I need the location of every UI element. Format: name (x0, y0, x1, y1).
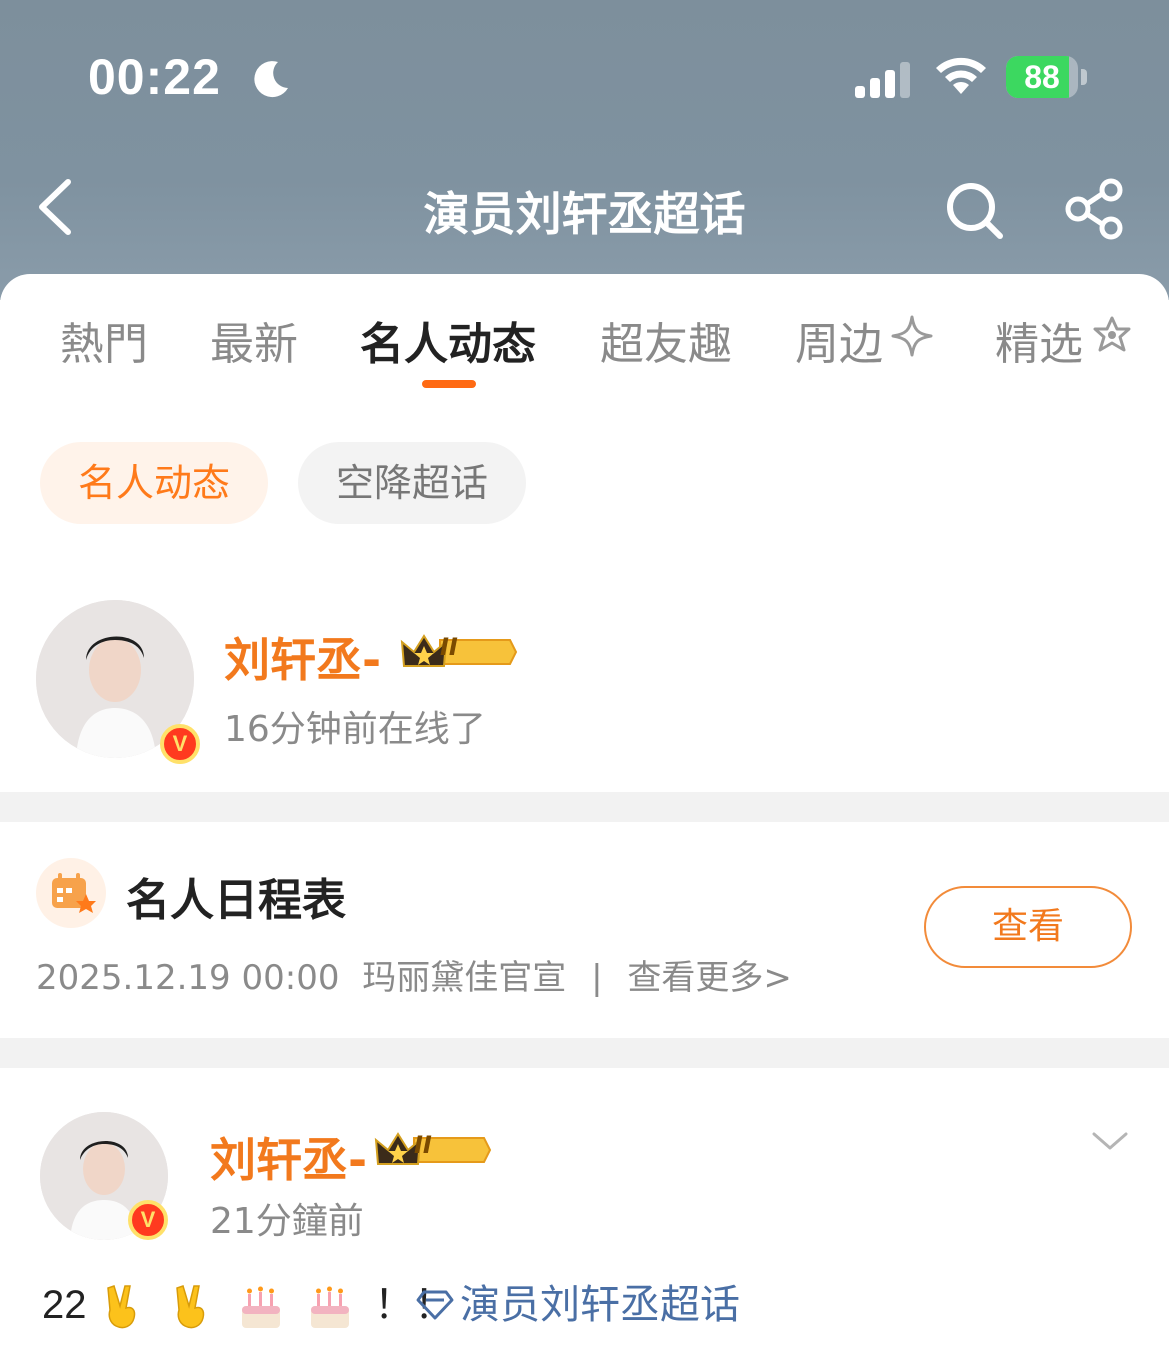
moon-icon (254, 61, 288, 98)
schedule-event: 玛丽黛佳官宣 (362, 958, 567, 998)
tab-active-indicator (422, 380, 476, 388)
victory-hand-icon (175, 1285, 204, 1329)
schedule-separator: | (591, 958, 603, 998)
view-schedule-button[interactable]: 查看 (924, 886, 1132, 968)
tab-merch[interactable]: 周边 (795, 308, 883, 372)
sparkle-icon (891, 315, 933, 357)
tab-bar: 熱門 最新 名人动态 超友趣 周边 精选 (0, 300, 1169, 400)
crown-level-icon (374, 1132, 492, 1165)
tab-featured[interactable]: 精选 (995, 308, 1083, 372)
topic-link-label[interactable]: 演员刘轩丞超话 (460, 1282, 740, 1328)
post-time: 21分鐘前 (210, 1201, 364, 1242)
wifi-icon (936, 57, 986, 94)
tab-celebrity-updates[interactable]: 名人动态 (360, 308, 536, 372)
battery-indicator: 88 (1006, 56, 1087, 98)
crown-level-icon (400, 634, 518, 667)
post-text-prefix: 22 (42, 1283, 87, 1327)
verified-badge: V (160, 724, 200, 764)
chip-airdrop-topic[interactable]: 空降超话 (298, 442, 526, 524)
chip-celebrity-updates[interactable]: 名人动态 (40, 442, 268, 524)
status-time: 00:22 (88, 49, 221, 105)
badge-star-icon (1093, 316, 1131, 352)
section-divider (0, 792, 1169, 822)
signal-icon (855, 62, 910, 98)
tab-fun[interactable]: 超友趣 (600, 308, 732, 372)
verified-badge: V (128, 1200, 168, 1240)
tab-latest[interactable]: 最新 (210, 308, 298, 372)
crown-level-label: II (414, 1131, 432, 1159)
online-status: 16分钟前在线了 (224, 709, 486, 750)
post-content: 22 ！！ (42, 1272, 454, 1332)
post-author-name[interactable]: 刘轩丞- (210, 1124, 367, 1190)
battery-level: 88 (1024, 59, 1060, 95)
birthday-cake-icon (241, 1286, 280, 1329)
chevron-down-icon[interactable] (1090, 1126, 1130, 1156)
status-bar: 00:22 88 (0, 0, 1169, 150)
search-icon[interactable] (944, 180, 1004, 240)
tab-hot[interactable]: 熱門 (60, 308, 148, 372)
crown-level-label: II (440, 633, 458, 661)
section-divider (0, 1038, 1169, 1068)
diamond-icon (416, 1290, 454, 1320)
topic-link[interactable]: 演员刘轩丞超话 (414, 1272, 740, 1330)
schedule-meta: 2025.12.19 00:00 玛丽黛佳官宣 | 查看更多> (36, 950, 792, 999)
victory-hand-icon (106, 1285, 135, 1329)
schedule-title: 名人日程表 (126, 875, 346, 926)
celebrity-name[interactable]: 刘轩丞- (224, 624, 381, 690)
schedule-more-link[interactable]: 查看更多> (627, 958, 792, 998)
share-icon[interactable] (1064, 178, 1126, 240)
calendar-icon (36, 858, 106, 928)
birthday-cake-icon (311, 1286, 349, 1329)
schedule-datetime: 2025.12.19 00:00 (36, 958, 340, 998)
